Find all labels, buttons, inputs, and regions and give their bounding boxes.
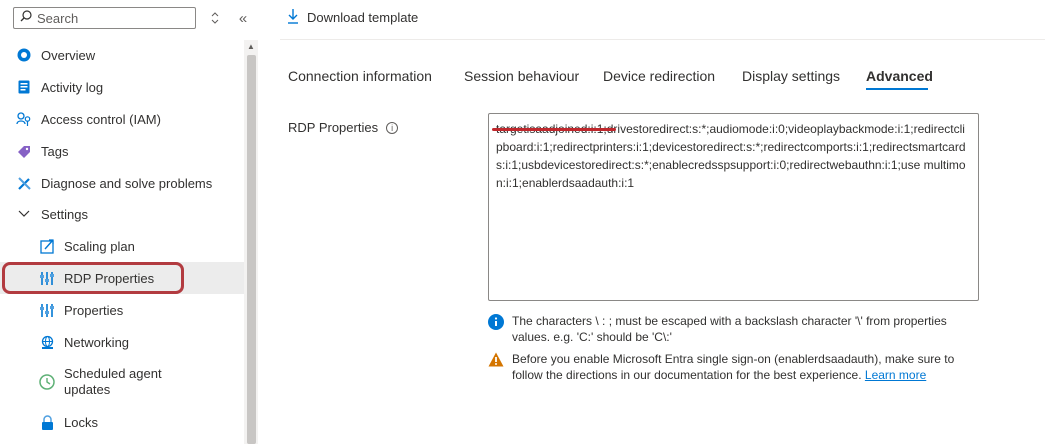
warning-icon [488,352,504,383]
sidebar-item-label: RDP Properties [64,270,155,286]
properties-icon [38,301,56,319]
sidebar-item-activity-log[interactable]: Activity log [0,71,244,103]
rdp-properties-label-text: RDP Properties [288,120,379,135]
sidebar-item-properties[interactable]: Properties [0,294,244,326]
sidebar-item-scheduled-agent-updates[interactable]: Scheduled agent updates [0,358,244,406]
tab-advanced[interactable]: Advanced [866,68,933,94]
escape-characters-note: The characters \ : ; must be escaped wit… [488,313,968,345]
sidebar-item-locks[interactable]: Locks [0,406,244,438]
sidebar-item-overview[interactable]: Overview [0,39,244,71]
sso-warning-text: Before you enable Microsoft Entra single… [512,352,955,382]
wrench-icon [15,174,33,192]
sidebar-item-tags[interactable]: Tags [0,135,244,167]
sidebar: « Overview Activity log Access control (… [0,0,258,444]
escape-note-text: The characters \ : ; must be escaped wit… [512,314,947,344]
sidebar-item-rdp-properties[interactable]: RDP Properties [0,262,244,294]
rdp-properties-textarea[interactable]: targetisaadjoined:i:1;drivestoredirect:s… [488,113,979,301]
sidebar-item-label: Scheduled agent updates [64,366,162,397]
double-chevron-left-icon: « [238,9,248,27]
rdp-properties-field-label: RDP Properties i [288,120,399,135]
activity-log-icon [15,78,33,96]
sso-warning-note: Before you enable Microsoft Entra single… [488,351,968,383]
lock-icon [38,413,56,431]
search-icon [20,9,32,27]
search-input[interactable] [32,10,187,26]
sidebar-item-label: Overview [41,47,96,63]
sidebar-item-label: Scaling plan [64,238,135,254]
toolbar-divider [280,39,1045,40]
learn-more-link[interactable]: Learn more [865,368,926,382]
collapse-sidebar-button[interactable]: « [234,9,252,27]
access-control-icon [15,110,33,128]
sidebar-group-settings[interactable]: Settings [0,198,244,230]
download-template-button[interactable]: Download template [287,8,418,27]
sidebar-item-scaling-plan[interactable]: Scaling plan [0,230,244,262]
sidebar-item-label: Diagnose and solve problems [41,175,213,191]
sort-icon [211,12,219,24]
sidebar-item-access-control[interactable]: Access control (IAM) [0,103,244,135]
networking-icon [38,333,56,351]
scaling-plan-icon [38,237,56,255]
sidebar-scroll-thumb[interactable] [247,55,256,444]
sidebar-item-label: Properties [64,302,124,318]
rdp-properties-icon [38,269,56,287]
tab-display-settings[interactable]: Display settings [742,68,840,94]
sort-button[interactable] [206,9,224,27]
active-tab-indicator [866,88,928,90]
tab-connection-information[interactable]: Connection information [288,68,432,94]
tag-icon [15,142,33,160]
download-icon [287,8,299,27]
overview-icon [15,46,33,64]
tab-device-redirection[interactable]: Device redirection [603,68,715,94]
search-box[interactable] [13,7,196,29]
sidebar-item-diagnose[interactable]: Diagnose and solve problems [0,167,244,199]
info-filled-icon [488,314,504,345]
tab-session-behaviour[interactable]: Session behaviour [464,68,579,94]
scroll-up-icon[interactable]: ▲ [245,40,257,52]
sidebar-item-label: Settings [41,206,88,222]
info-icon[interactable]: i [386,121,399,134]
sidebar-item-label: Tags [41,143,69,159]
sidebar-item-label: Networking [64,334,130,350]
chevron-down-icon [15,205,33,223]
sidebar-item-label: Locks [64,414,98,430]
sidebar-item-label: Access control (IAM) [41,111,161,127]
clock-icon [38,373,56,391]
download-template-label: Download template [307,10,419,25]
annotation-red-underline [492,128,616,131]
sidebar-item-networking[interactable]: Networking [0,326,244,358]
sidebar-item-label: Activity log [41,79,104,95]
